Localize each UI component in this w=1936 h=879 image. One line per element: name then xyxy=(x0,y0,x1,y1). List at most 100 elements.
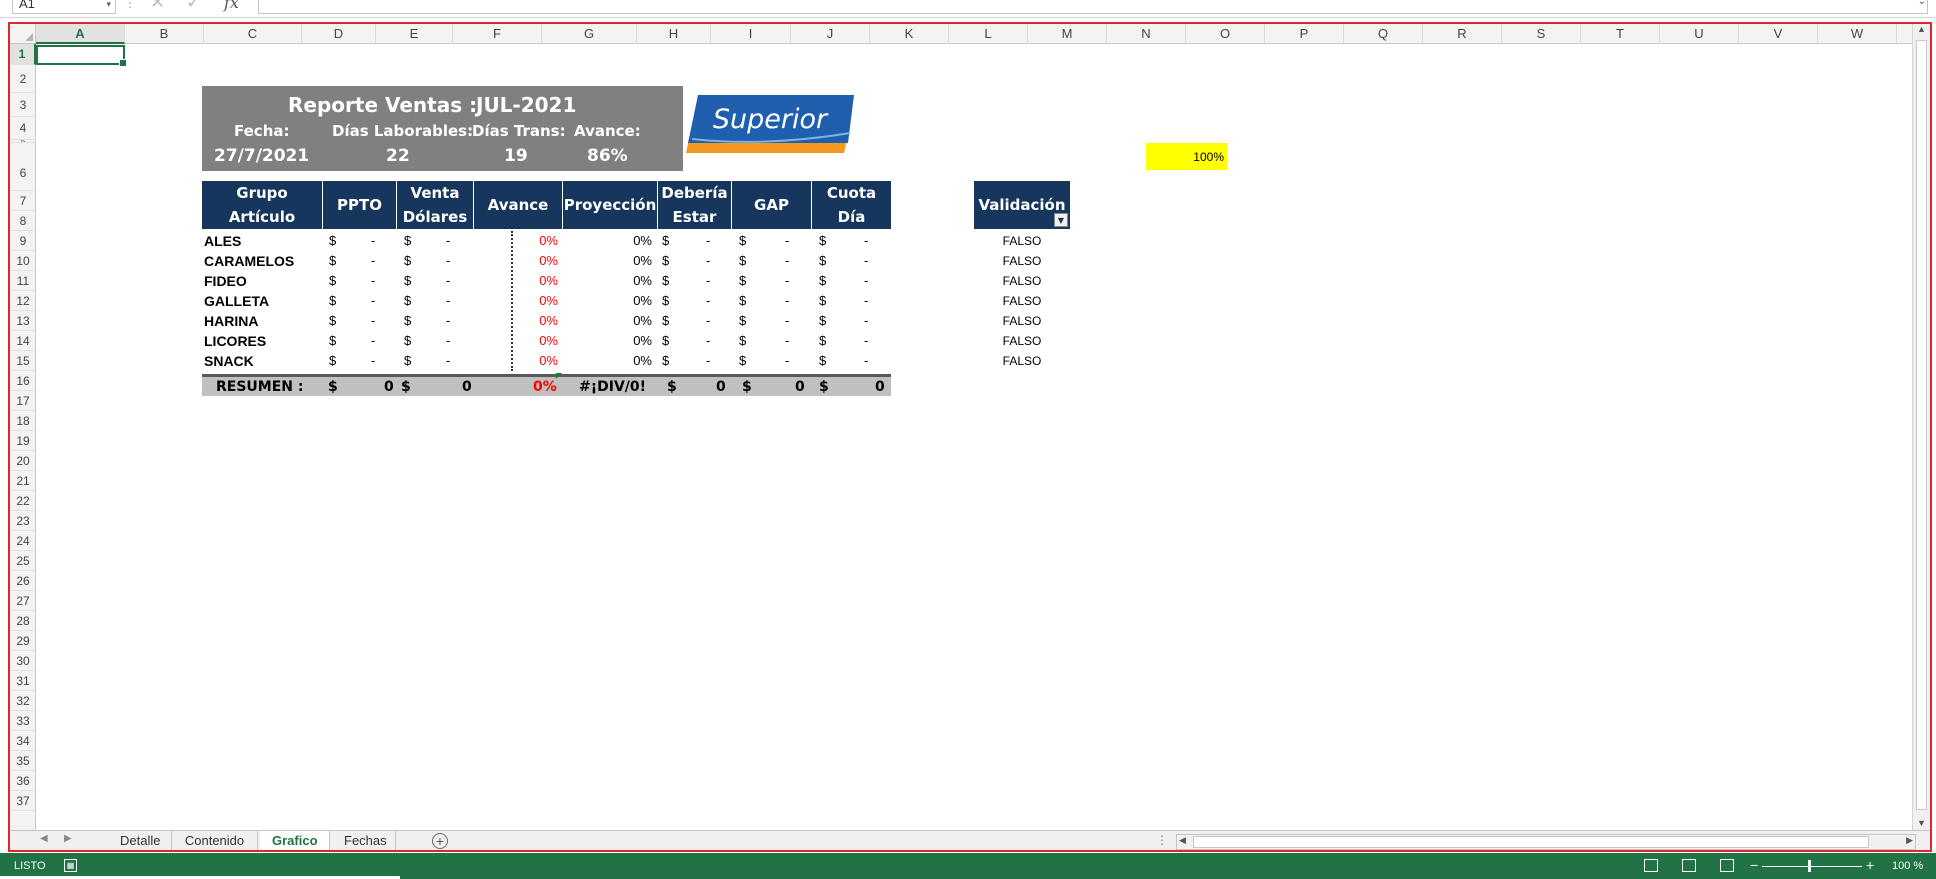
table-row[interactable] xyxy=(36,331,936,351)
column-header-d[interactable]: D xyxy=(302,24,376,44)
row-header-2[interactable]: 2 xyxy=(10,65,36,93)
row-header-32[interactable]: 32 xyxy=(10,691,36,711)
header-grupo-articulo[interactable]: Grupo Artículo xyxy=(202,181,323,229)
zoom-in-icon[interactable]: + xyxy=(1866,857,1874,873)
column-header-p[interactable]: P xyxy=(1265,24,1344,44)
header-cuota-dia[interactable]: Cuota Día xyxy=(812,181,891,229)
table-row[interactable] xyxy=(36,251,936,271)
column-header-e[interactable]: E xyxy=(376,24,453,44)
cancel-icon[interactable]: ✕ xyxy=(150,0,165,13)
row-header-31[interactable]: 31 xyxy=(10,671,36,691)
header-avance[interactable]: Avance xyxy=(474,181,563,229)
header-ppto[interactable]: PPTO xyxy=(323,181,397,229)
table-row[interactable] xyxy=(36,271,936,291)
row-header-20[interactable]: 20 xyxy=(10,451,36,471)
zoom-slider[interactable] xyxy=(1762,866,1862,867)
scroll-right-icon[interactable]: ▶ xyxy=(1906,835,1913,846)
column-header-k[interactable]: K xyxy=(870,24,949,44)
vertical-scrollbar[interactable]: ▲ ▼ xyxy=(1912,24,1930,830)
row-header-27[interactable]: 27 xyxy=(10,591,36,611)
table-row[interactable] xyxy=(36,231,936,251)
cell-grid[interactable]: Reporte Ventas : JUL-2021 Fecha: Días La… xyxy=(36,44,1906,850)
sheet-tab-fechas[interactable]: Fechas xyxy=(332,831,396,850)
active-cell-a1[interactable] xyxy=(36,45,127,67)
row-header-4[interactable]: 4 xyxy=(10,117,36,140)
summary-row[interactable]: RESUMEN : $ 0 $ 0 0% #¡DIV/0! $ 0 $ 0 $ … xyxy=(202,374,891,396)
column-header-h[interactable]: H xyxy=(637,24,711,44)
horizontal-scroll-thumb[interactable] xyxy=(1193,836,1869,848)
row-header-23[interactable]: 23 xyxy=(10,511,36,531)
name-box[interactable]: A1 ▾ xyxy=(12,0,116,14)
formula-input[interactable] xyxy=(258,0,1928,14)
row-header-10[interactable]: 10 xyxy=(10,251,36,271)
column-header-l[interactable]: L xyxy=(949,24,1028,44)
enter-check-icon[interactable]: ✓ xyxy=(186,0,201,13)
row-header-24[interactable]: 24 xyxy=(10,531,36,551)
header-deberia-estar[interactable]: Debería Estar xyxy=(658,181,732,229)
validation-value[interactable]: FALSO xyxy=(974,314,1070,328)
row-header-3[interactable]: 3 xyxy=(10,93,36,117)
next-sheet-icon[interactable]: ▶ xyxy=(64,833,72,844)
row-header-17[interactable]: 17 xyxy=(10,391,36,411)
row-header-21[interactable]: 21 xyxy=(10,471,36,491)
add-sheet-icon[interactable]: + xyxy=(432,833,448,849)
tab-split-handle-icon[interactable]: ⋮ xyxy=(1156,833,1168,847)
validation-value[interactable]: FALSO xyxy=(974,334,1070,348)
insert-function-icon[interactable]: fx xyxy=(224,0,239,12)
column-header-m[interactable]: M xyxy=(1028,24,1107,44)
validation-value[interactable]: FALSO xyxy=(974,354,1070,368)
column-header-u[interactable]: U xyxy=(1660,24,1739,44)
normal-view-icon[interactable] xyxy=(1644,859,1658,872)
row-header-26[interactable]: 26 xyxy=(10,571,36,591)
table-row[interactable] xyxy=(36,351,936,371)
sheet-tab-grafico[interactable]: Grafico xyxy=(260,831,330,850)
column-header-o[interactable]: O xyxy=(1186,24,1265,44)
column-header-g[interactable]: G xyxy=(542,24,637,44)
validation-value[interactable]: FALSO xyxy=(974,274,1070,288)
row-header-13[interactable]: 13 xyxy=(10,311,36,331)
row-header-1[interactable]: 1 xyxy=(10,44,36,65)
select-all-corner[interactable] xyxy=(10,24,36,44)
column-header-n[interactable]: N xyxy=(1107,24,1186,44)
row-header-30[interactable]: 30 xyxy=(10,651,36,671)
row-header-14[interactable]: 14 xyxy=(10,331,36,351)
sheet-tab-contenido[interactable]: Contenido xyxy=(172,831,258,850)
column-header-s[interactable]: S xyxy=(1502,24,1581,44)
row-header-34[interactable]: 34 xyxy=(10,731,36,751)
page-break-view-icon[interactable] xyxy=(1720,859,1734,872)
row-header-18[interactable]: 18 xyxy=(10,411,36,431)
yellow-percentage-cell[interactable]: 100% xyxy=(1146,143,1227,170)
row-header-29[interactable]: 29 xyxy=(10,631,36,651)
scroll-down-icon[interactable]: ▼ xyxy=(1917,818,1926,828)
table-row[interactable] xyxy=(36,311,936,331)
table-row[interactable] xyxy=(36,291,936,311)
column-header-a[interactable]: A xyxy=(36,24,125,44)
row-header-28[interactable]: 28 xyxy=(10,611,36,631)
column-header-v[interactable]: V xyxy=(1739,24,1818,44)
scroll-up-icon[interactable]: ▲ xyxy=(1917,24,1926,34)
row-header-11[interactable]: 11 xyxy=(10,271,36,291)
sheet-tab-detalle[interactable]: Detalle xyxy=(108,831,172,850)
column-header-q[interactable]: Q xyxy=(1344,24,1423,44)
row-header-7[interactable]: 7 xyxy=(10,191,36,211)
row-header-35[interactable]: 35 xyxy=(10,751,36,771)
header-venta-dolares[interactable]: Venta Dólares xyxy=(397,181,474,229)
row-header-16[interactable]: 16 xyxy=(10,371,36,391)
row-header-37[interactable]: 37 xyxy=(10,791,36,811)
column-header-f[interactable]: F xyxy=(453,24,542,44)
zoom-level[interactable]: 100 % xyxy=(1892,860,1923,872)
column-header-w[interactable]: W xyxy=(1818,24,1897,44)
column-header-c[interactable]: C xyxy=(204,24,302,44)
row-header-33[interactable]: 33 xyxy=(10,711,36,731)
validation-value[interactable]: FALSO xyxy=(974,294,1070,308)
row-header-9[interactable]: 9 xyxy=(10,231,36,251)
column-header-b[interactable]: B xyxy=(125,24,204,44)
validation-value[interactable]: FALSO xyxy=(974,234,1070,248)
row-header-15[interactable]: 15 xyxy=(10,351,36,371)
name-box-dropdown-icon[interactable]: ▾ xyxy=(106,0,111,13)
row-header-6[interactable]: 6 xyxy=(10,143,36,191)
row-header-8[interactable]: 8 xyxy=(10,211,36,231)
zoom-slider-knob[interactable] xyxy=(1808,860,1811,872)
header-proyeccion[interactable]: Proyección xyxy=(563,181,658,229)
zoom-out-icon[interactable]: − xyxy=(1750,857,1758,873)
